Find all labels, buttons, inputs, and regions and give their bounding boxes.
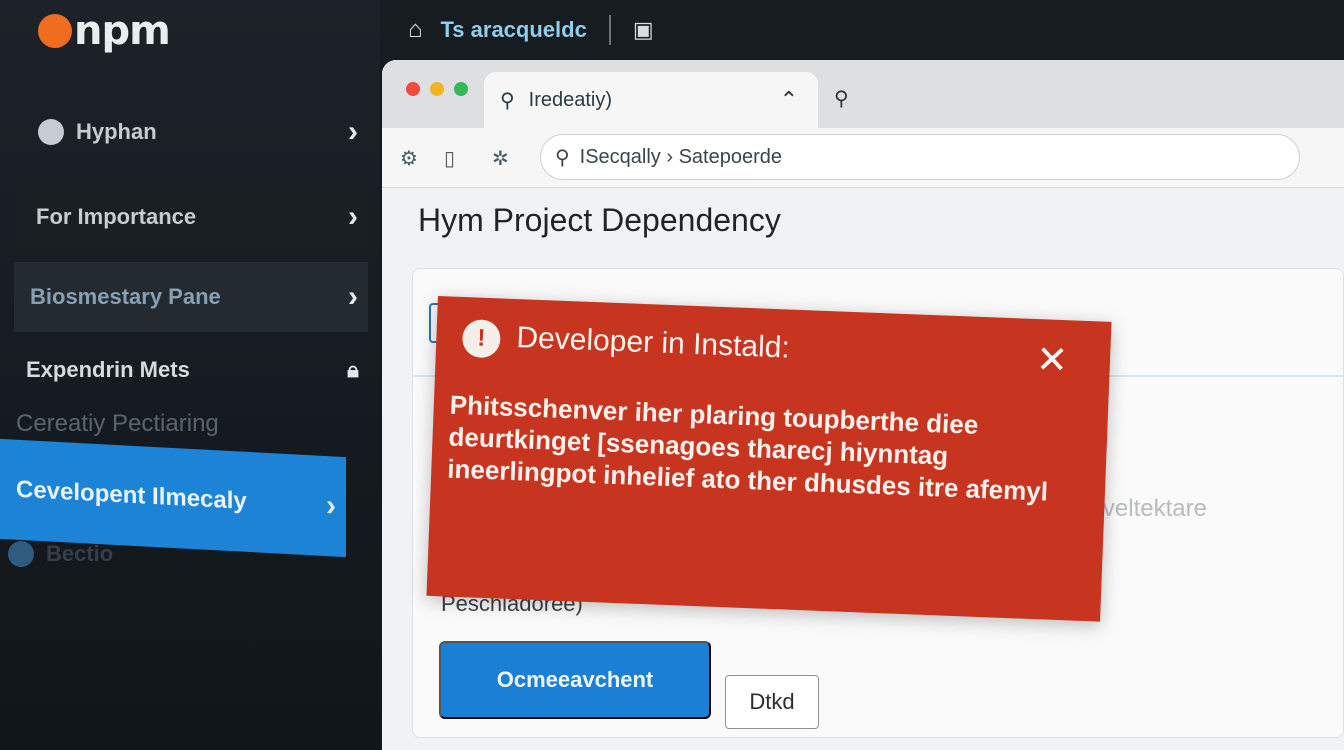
- sidebar-item-for-importance[interactable]: For Importance ›: [18, 182, 368, 252]
- sidebar-item-bectio[interactable]: Bectio: [8, 534, 208, 574]
- tab-bar: ⚲ Iredeatiy) ⌃ ⚲: [382, 60, 1344, 128]
- browser-toolbar: ⚙ ▯ ✲ ⚲ ISecqally › Satepoerde: [382, 128, 1344, 188]
- sidebar-item-expendrin-mets[interactable]: Expendrin Mets 🔒︎: [18, 346, 368, 394]
- page-title: Hym Project Dependency: [418, 202, 781, 238]
- address-bar[interactable]: ⚲ ISecqally › Satepoerde: [540, 134, 1300, 180]
- extensions-icon[interactable]: ✲: [492, 146, 509, 171]
- settings-icon[interactable]: ⚙: [400, 146, 418, 171]
- primary-action-button[interactable]: Ocmeeavchent: [439, 641, 711, 719]
- top-bar: ⌂ Ts aracqueldc ▣: [380, 0, 1344, 60]
- sidebar-item-label: Hyphan: [76, 119, 157, 144]
- alert-message: Phitsschenver iher plaring toupberthe di…: [446, 389, 1049, 507]
- chevron-right-icon: ›: [326, 489, 336, 523]
- sidebar-item-label: Expendrin Mets: [26, 357, 190, 382]
- chevron-right-icon: ›: [348, 200, 358, 233]
- package-icon[interactable]: ▣: [633, 17, 654, 43]
- sidebar-toggle-icon[interactable]: ▯: [444, 146, 455, 171]
- tab-title: Iredeatiy): [528, 88, 613, 111]
- search-icon: ⚲: [555, 146, 570, 169]
- home-icon[interactable]: ⌂: [408, 16, 423, 44]
- lock-icon: 🔒︎: [347, 357, 359, 382]
- breadcrumb[interactable]: Ts aracqueldc: [441, 17, 587, 43]
- chevron-right-icon: ›: [348, 115, 358, 148]
- logo-mark-icon: [38, 14, 72, 48]
- npm-logo[interactable]: npm: [38, 6, 188, 56]
- sidebar-item-hyphan[interactable]: Hyphan ›: [38, 108, 368, 156]
- sidebar-item-cereatiy[interactable]: Cereatiy Pectiaring: [16, 410, 346, 438]
- user-icon: [38, 119, 64, 145]
- secondary-action-button[interactable]: Dtkd: [725, 675, 819, 729]
- error-alert: ! Developer in Instald: ✕ Phitsschenver …: [426, 296, 1112, 622]
- chevron-up-icon[interactable]: ⌃: [780, 87, 798, 113]
- logo-text: npm: [74, 8, 171, 54]
- sidebar-item-label: Cevelopent Ilmecaly: [16, 475, 247, 515]
- search-icon[interactable]: ⚲: [834, 86, 849, 111]
- sidebar-item-label: Bectio: [46, 541, 114, 566]
- circle-icon: [8, 541, 34, 567]
- sidebar-item-biosmestary-pane[interactable]: Biosmestary Pane ›: [14, 262, 368, 332]
- sidebar-item-label: Biosmestary Pane: [30, 284, 221, 309]
- close-icon[interactable]: ✕: [1035, 337, 1069, 383]
- chevron-right-icon: ›: [348, 280, 358, 313]
- close-window-button[interactable]: [406, 82, 420, 96]
- maximize-window-button[interactable]: [454, 82, 468, 96]
- alert-title: Developer in Instald:: [515, 321, 791, 365]
- url-text: ISecqally › Satepoerde: [579, 145, 782, 168]
- sidebar-item-label: For Importance: [36, 204, 197, 229]
- warning-icon: !: [461, 318, 502, 359]
- minimize-window-button[interactable]: [430, 82, 444, 96]
- sidebar: npm Hyphan › For Importance › Biosmestar…: [0, 0, 380, 750]
- browser-tab[interactable]: ⚲ Iredeatiy) ⌃: [484, 72, 818, 128]
- divider: [608, 15, 611, 45]
- search-icon: ⚲: [500, 89, 515, 112]
